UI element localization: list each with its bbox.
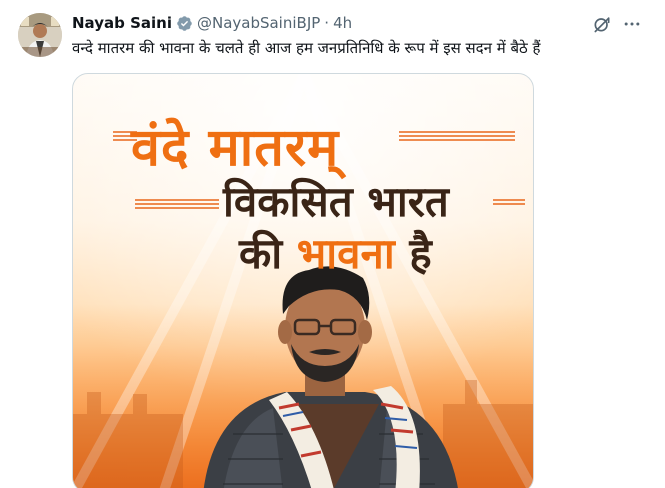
separator-dot: ·: [324, 14, 330, 32]
poster-line-3: की भावना है: [239, 224, 432, 281]
poster-line-3-suffix: है: [394, 229, 432, 278]
timestamp[interactable]: 4h: [333, 14, 352, 32]
tweet-media-image[interactable]: वंदे मातरम् विकसित भारत की भावना है: [72, 73, 534, 488]
more-options-icon[interactable]: [622, 14, 642, 34]
tweet-card[interactable]: Nayab Saini @NayabSainiBJP · 4h वन्दे मा…: [0, 0, 665, 488]
poster-headline: वंदे मातरम्: [131, 118, 340, 178]
avatar[interactable]: [18, 13, 62, 57]
author-name[interactable]: Nayab Saini: [72, 14, 172, 32]
poster-line-3-accent: भावना: [296, 229, 395, 278]
grok-icon[interactable]: [592, 14, 612, 34]
tweet-header: Nayab Saini @NayabSainiBJP · 4h: [72, 12, 352, 34]
poster-line-2: विकसित भारत: [223, 177, 449, 226]
verified-badge-icon: [177, 15, 192, 31]
poster-line-3-prefix: की: [239, 229, 297, 278]
avatar-image: [18, 13, 62, 57]
tweet-text: वन्दे मातरम की भावना के चलते ही आज हम जन…: [72, 39, 541, 57]
author-handle[interactable]: @NayabSainiBJP: [197, 14, 320, 32]
